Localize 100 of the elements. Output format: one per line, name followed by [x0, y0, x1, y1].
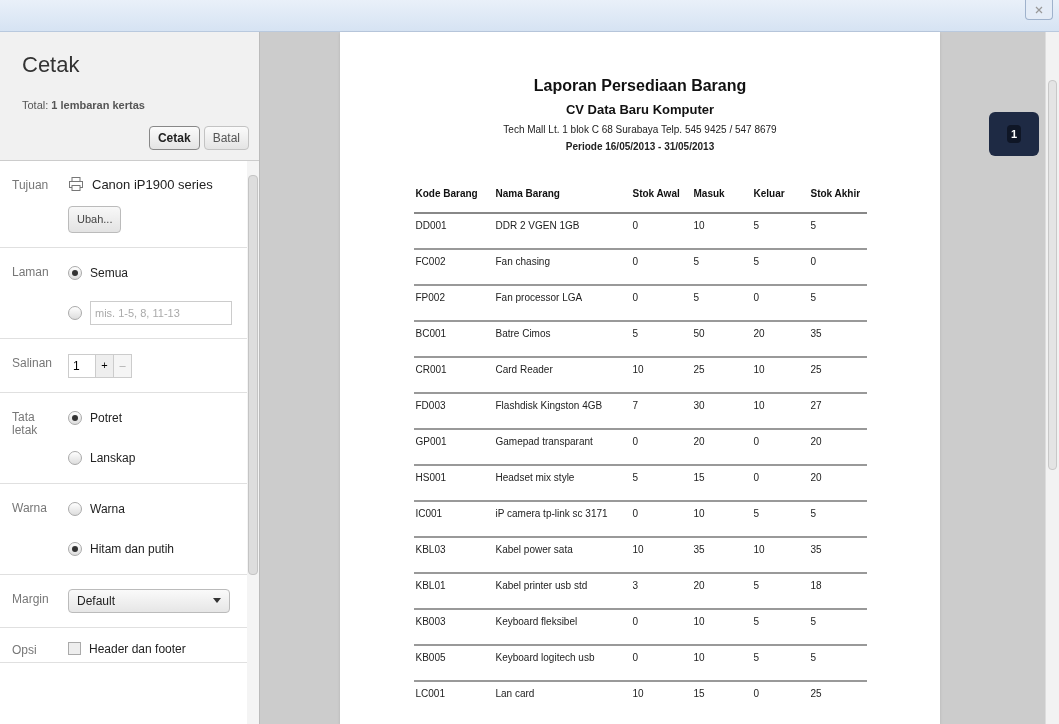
table-cell: iP camera tp-link sc 3171 — [493, 501, 631, 538]
printer-name: Canon iP1900 series — [92, 175, 213, 194]
table-cell-text: 0 — [752, 686, 761, 701]
scrollbar[interactable] — [247, 160, 259, 724]
table-cell-text: Lan card — [494, 686, 536, 701]
table-cell-text: 25 — [809, 686, 823, 701]
radio-button[interactable] — [68, 410, 82, 425]
table-cell: 5 — [808, 501, 867, 538]
table-cell: Card Reader — [493, 357, 631, 394]
radio-button[interactable] — [68, 265, 82, 280]
table-cell: 50 — [691, 321, 752, 358]
radio-button[interactable] — [68, 450, 82, 465]
table-cell: 20 — [808, 429, 867, 466]
table-cell: 0 — [630, 609, 692, 646]
pages-field[interactable]: mis. 1-5, 8, 11-13 — [90, 300, 232, 325]
table-cell: 10 — [751, 393, 809, 430]
table-cell: KB005 — [413, 645, 494, 682]
table-cell: 5 — [751, 645, 809, 682]
table-cell: 0 — [630, 249, 692, 286]
table-cell: 10 — [630, 537, 692, 574]
checkbox[interactable] — [68, 642, 81, 655]
table-cell: KB003 — [413, 609, 494, 646]
table-cell: Fan chasing — [493, 249, 631, 286]
company-address: Tech Mall Lt. 1 blok C 68 Surabaya Telp. 545 9425 / 547 8679 — [503, 122, 777, 137]
table-cell: KBL01 — [413, 573, 494, 610]
table-cell: 0 — [751, 465, 809, 502]
table-cell: 10 — [630, 357, 692, 394]
dialog-button[interactable]: Batal — [203, 125, 249, 150]
radio-button[interactable] — [68, 305, 82, 320]
table-cell: 5 — [751, 609, 809, 646]
preview-scrollbar[interactable] — [1045, 32, 1059, 724]
table-cell: FC002 — [413, 249, 494, 286]
table-cell: 0 — [751, 429, 809, 466]
table-cell: 30 — [691, 393, 752, 430]
table-cell: 5 — [808, 213, 867, 250]
table-cell: 25 — [691, 357, 752, 394]
change-button[interactable]: Ubah... — [68, 206, 122, 233]
radio-label: Hitam dan putih — [90, 540, 175, 558]
table-cell-text: 15 — [692, 686, 706, 701]
table-cell: Gamepad transparant — [493, 429, 631, 466]
checkbox-label: Header dan footer — [89, 640, 186, 658]
section-label: Tata letak — [12, 408, 39, 439]
table-cell: GP001 — [413, 429, 494, 466]
table-cell: CR001 — [413, 357, 494, 394]
table-cell: 35 — [808, 321, 867, 358]
table-cell: 10 — [691, 501, 752, 538]
table-cell: 5 — [751, 213, 809, 250]
table-cell: 5 — [691, 249, 752, 286]
table-cell: 18 — [808, 573, 867, 610]
section-label: Tujuan — [12, 176, 50, 194]
table-cell: Fan processor LGA — [493, 285, 631, 322]
table-cell: 25 — [808, 357, 867, 394]
table-cell: KBL03 — [413, 537, 494, 574]
table-cell: 10 — [691, 609, 752, 646]
table-cell: FD003 — [413, 393, 494, 430]
table-cell: HS001 — [413, 465, 494, 502]
table-cell: Flashdisk Kingston 4GB — [493, 393, 631, 430]
table-cell: 0 — [630, 501, 692, 538]
table-cell: 0 — [630, 645, 692, 682]
table-cell: 10 — [691, 645, 752, 682]
table-cell: Keyboard fleksibel — [493, 609, 631, 646]
table-cell: BC001 — [413, 321, 494, 358]
increment-button[interactable]: + — [95, 354, 113, 377]
sheet-total: Total: 1 lembaran kertas — [22, 98, 145, 113]
section-label: Warna — [12, 499, 48, 517]
table-cell: FP002 — [413, 285, 494, 322]
table-cell: 10 — [691, 213, 752, 250]
table-cell: 5 — [808, 645, 867, 682]
table-cell: 20 — [691, 429, 752, 466]
radio-button[interactable] — [68, 501, 82, 516]
table-cell: 0 — [808, 249, 867, 286]
table-cell: IC001 — [413, 501, 494, 538]
table-cell: 0 — [751, 285, 809, 322]
dialog-button[interactable]: Cetak — [148, 125, 200, 150]
table-cell: 5 — [630, 321, 692, 358]
printer-icon — [68, 176, 84, 193]
table-cell: DDR 2 VGEN 1GB — [493, 213, 631, 250]
table-cell-text: 10 — [631, 686, 645, 701]
select-value: Default — [77, 592, 116, 610]
copies-value: 1 — [72, 357, 81, 375]
section-label: Margin — [12, 590, 50, 608]
table-cell: 5 — [751, 501, 809, 538]
table-cell: 0 — [630, 285, 692, 322]
column-header: Stok Akhir — [808, 185, 867, 214]
column-header: Keluar — [751, 185, 809, 214]
table-cell: 0 — [630, 429, 692, 466]
table-cell: 15 — [691, 465, 752, 502]
copies-field[interactable]: 1 + – — [68, 353, 132, 378]
table-cell: Kabel printer usb std — [493, 573, 631, 610]
radio-label: Warna — [90, 500, 125, 518]
radio-button[interactable] — [68, 541, 82, 556]
close-icon — [1035, 5, 1043, 14]
column-header: Masuk — [691, 185, 752, 214]
close-button[interactable] — [1025, 0, 1053, 20]
page-number: 1 — [1006, 124, 1022, 144]
table-cell: 35 — [691, 537, 752, 574]
table-cell: 5 — [751, 573, 809, 610]
column-header: Stok Awal — [630, 185, 692, 214]
margin-select[interactable]: Default — [68, 588, 230, 613]
radio-label: Potret — [90, 409, 122, 427]
